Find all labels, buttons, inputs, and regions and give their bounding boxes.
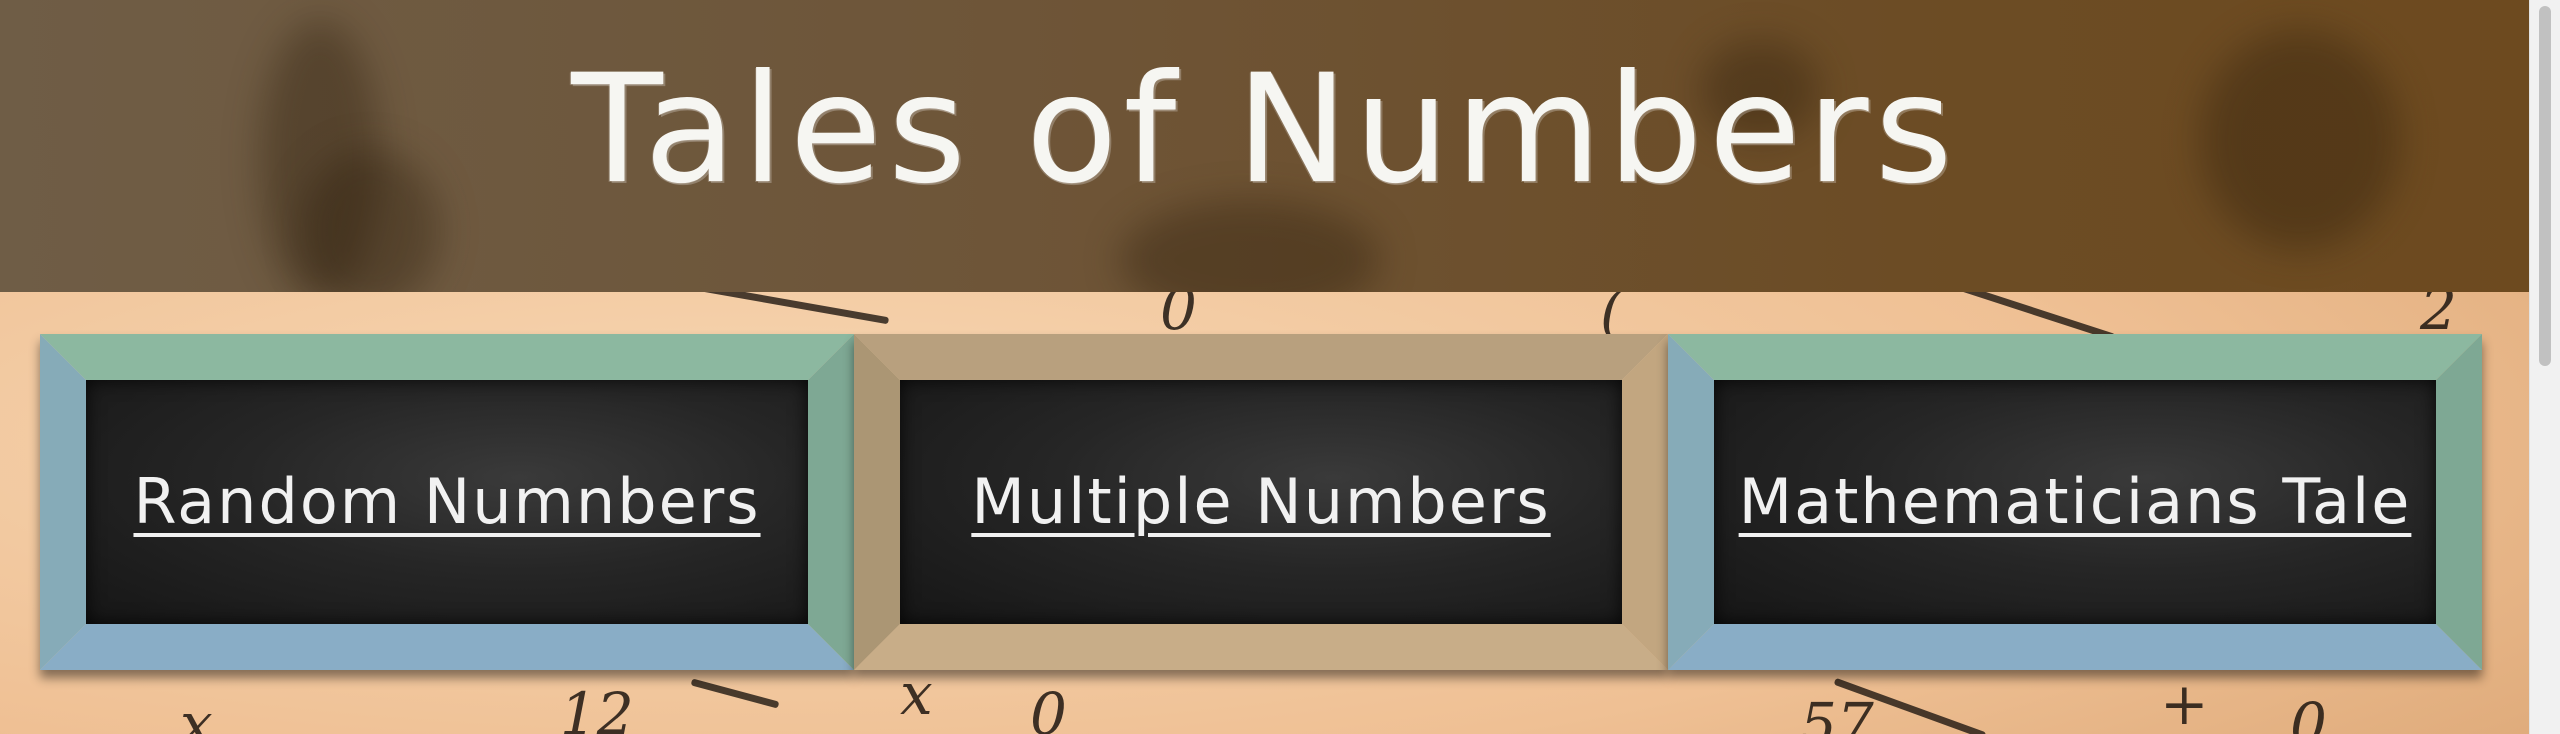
scrollbar-thumb[interactable] [2539, 6, 2551, 366]
background-scribble: 57 [1800, 690, 1874, 734]
background-scribble: 12 [560, 680, 634, 734]
background-stroke [690, 678, 780, 709]
random-numbers-link[interactable]: Random Numnbers [86, 454, 808, 550]
background-scribble: 0 [1030, 680, 1067, 734]
board-mathematicians-tale[interactable]: Mathematicians Tale [1668, 334, 2482, 670]
vertical-scrollbar[interactable] [2529, 0, 2560, 734]
chalkboard: Mathematicians Tale [1714, 380, 2436, 624]
multiple-numbers-link[interactable]: Multiple Numbers [900, 454, 1622, 550]
mathematicians-tale-link[interactable]: Mathematicians Tale [1714, 454, 2436, 550]
background-scribble: x [900, 660, 933, 728]
chalkboard: Multiple Numbers [900, 380, 1622, 624]
header-banner: Tales of Numbers [0, 0, 2530, 292]
background-scribble: + [2160, 670, 2209, 734]
background-scribble: x [180, 690, 213, 734]
background-scribble: 0 [2290, 690, 2327, 734]
board-multiple-numbers[interactable]: Multiple Numbers [854, 334, 1668, 670]
chalkboard: Random Numnbers [86, 380, 808, 624]
page-title: Tales of Numbers [571, 43, 1959, 217]
board-random-numbers[interactable]: Random Numnbers [40, 334, 854, 670]
